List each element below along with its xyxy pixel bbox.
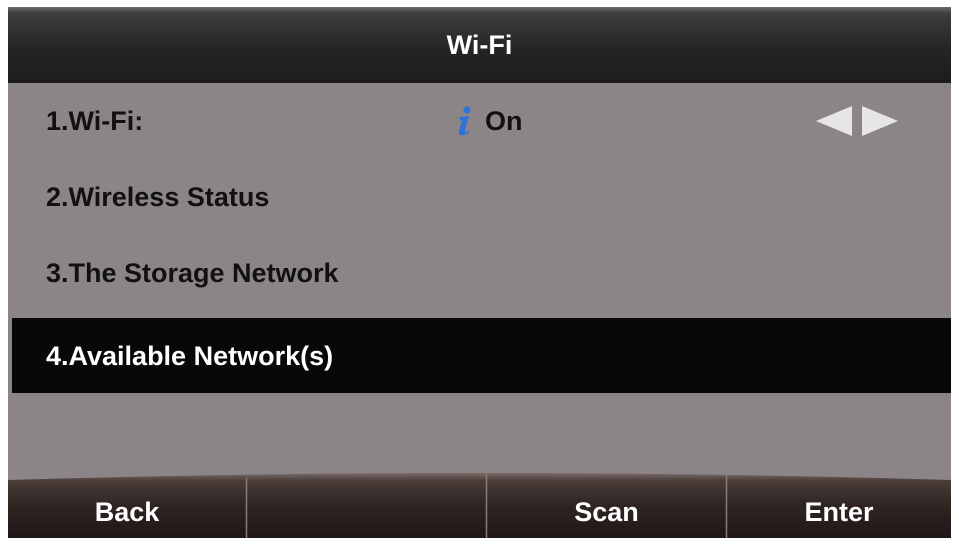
menu-item-label: 3.The Storage Network [46,258,339,288]
menu-item-storage-network[interactable]: 3.The Storage Network [8,235,951,311]
info-icon [458,106,471,136]
wifi-status-value: On [485,106,523,136]
wifi-menu-screen: Wi-Fi 1.Wi-Fi: On 2.Wireless Status 3.Th… [8,7,951,538]
menu-item-label: 2.Wireless Status [46,182,270,212]
title-bar: Wi-Fi [8,7,951,83]
back-softkey[interactable]: Back [8,472,246,538]
menu-item-label: 1.Wi-Fi: [46,106,144,136]
page-title: Wi-Fi [446,30,513,60]
arrow-left-icon[interactable] [814,105,854,137]
scan-softkey[interactable]: Scan [487,472,726,538]
enter-softkey[interactable]: Enter [727,472,951,538]
menu-item-wifi[interactable]: 1.Wi-Fi: On [8,83,951,159]
menu-item-available-networks[interactable]: 4.Available Network(s) [12,318,951,393]
arrow-right-icon[interactable] [860,105,900,137]
empty-softkey[interactable] [247,472,486,538]
softkey-bar: Back Scan Enter [8,472,951,538]
phone-screen: Wi-Fi 1.Wi-Fi: On 2.Wireless Status 3.Th… [0,0,959,545]
menu-item-wireless-status[interactable]: 2.Wireless Status [8,159,951,235]
left-right-arrows-icon[interactable] [814,105,900,137]
menu-item-label: 4.Available Network(s) [46,341,334,371]
